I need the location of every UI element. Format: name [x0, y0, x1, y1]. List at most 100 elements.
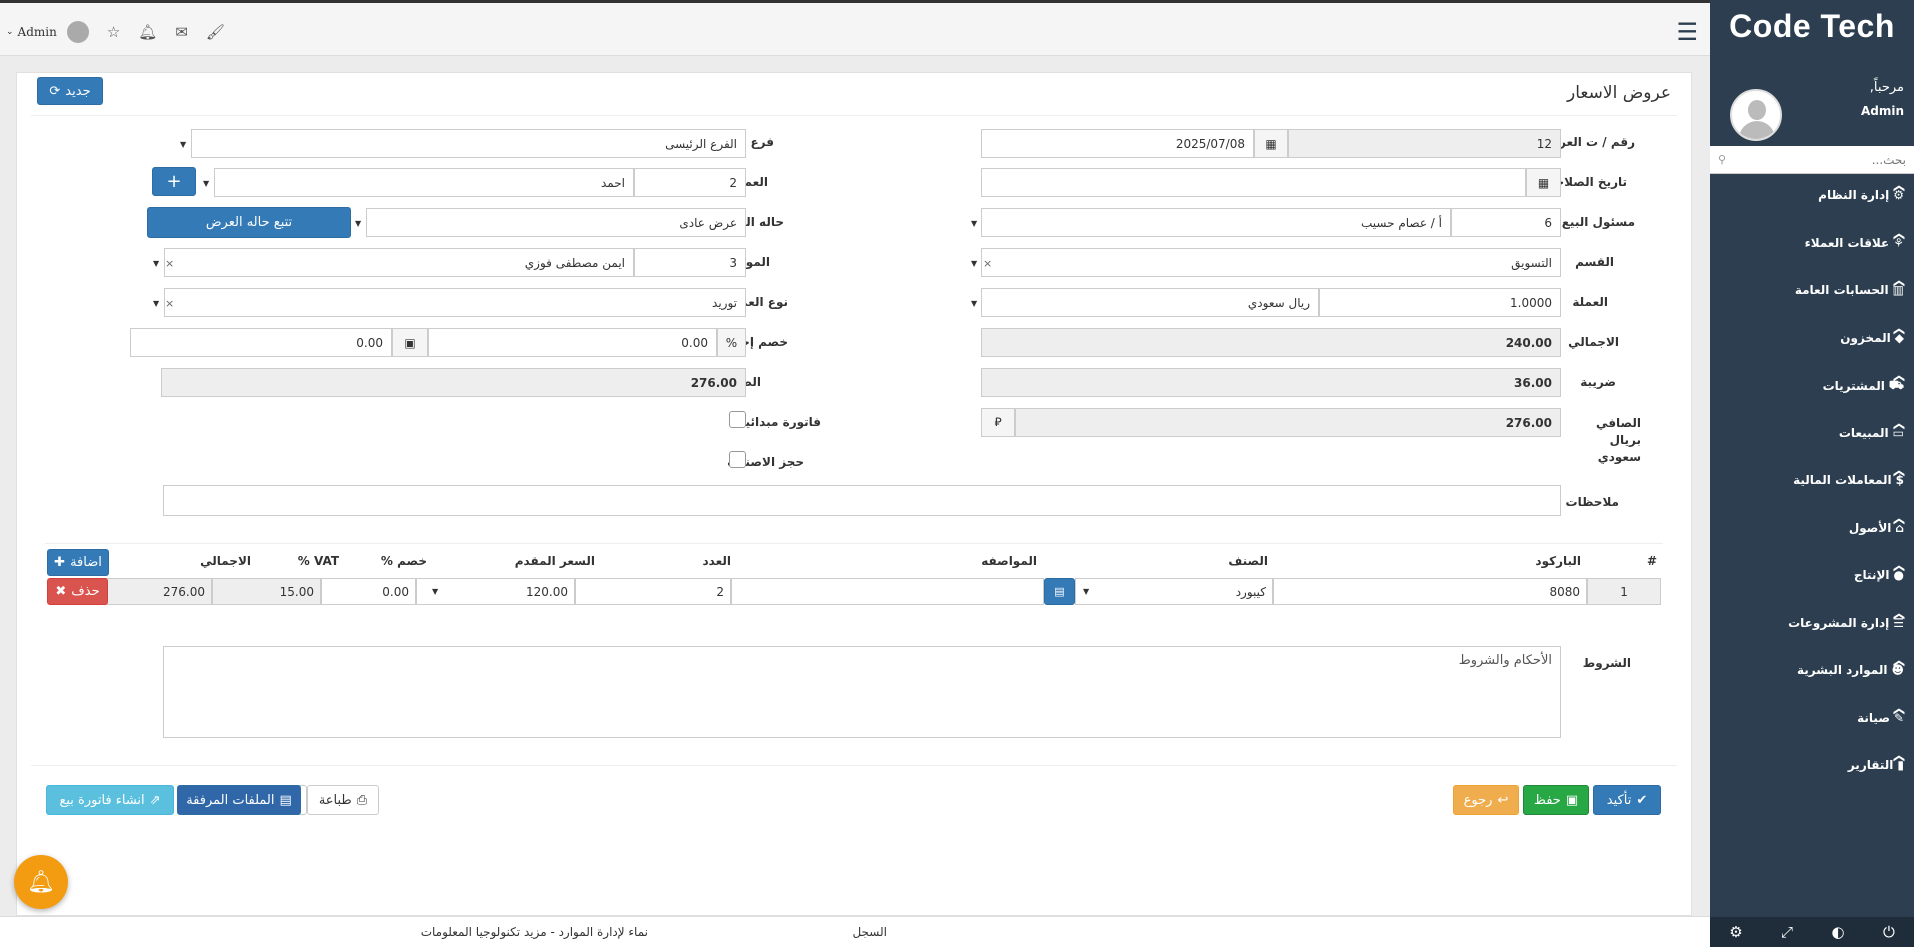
offer-date-field[interactable]: 2025/07/08 [981, 129, 1254, 158]
offer-number-field[interactable]: 12 [1288, 129, 1561, 158]
offer-status-select[interactable]: عرض عادى [366, 208, 746, 237]
clear-icon[interactable]: × [165, 257, 174, 270]
currency-select[interactable]: ريال سعودي [981, 288, 1319, 317]
branch-label: فرع [750, 135, 774, 149]
chevron-down-icon: ❯ [1892, 326, 1906, 336]
caret-down-icon: ▼ [180, 140, 187, 149]
barcode-field[interactable]: 8080 [1273, 578, 1587, 605]
bell-icon[interactable]: 🔔︎ [138, 23, 157, 41]
chevron-down-icon: ❯ [1892, 373, 1906, 384]
clear-icon[interactable]: × [165, 297, 174, 310]
price-select[interactable]: 120.00 [416, 578, 575, 605]
salesman-select[interactable]: أ / عصام حسيب [981, 208, 1451, 237]
sidebar-item-crm[interactable]: ⚘ علاقات العملاء ❯ [1710, 222, 1914, 270]
sidebar-item-hr[interactable]: ☻ الموارد البشرية ❯ [1710, 649, 1914, 697]
customer-select[interactable]: احمد [214, 168, 634, 197]
delete-row-button[interactable]: حذف ✖ [47, 578, 108, 605]
sidebar-item-inventory[interactable]: ◆ المخزون ❯ [1710, 317, 1914, 365]
close-icon: ✖ [55, 584, 67, 599]
attachments-button[interactable]: ▤ الملفات المرفقة [177, 785, 301, 815]
total-cell: 276.00 [103, 578, 212, 605]
sidebar-footer: ⏻ ◐ ⤢ ⚙ [1710, 917, 1914, 947]
validity-date-field[interactable] [981, 168, 1526, 197]
discount-cell[interactable]: 0.00 [321, 578, 416, 605]
caret-down-icon: ▼ [355, 219, 362, 228]
sidebar-item-assets[interactable]: ⌂ الأصول ❯ [1710, 507, 1914, 555]
topbar: ☰ ⌄ Admin ☆ 🔔︎ ✉ 🖌︎ [0, 0, 1710, 56]
sidebar-item-maintenance[interactable]: ✎ صيانة ❯ [1710, 697, 1914, 745]
caret-down-icon: ▼ [432, 587, 439, 596]
menu-toggle-icon[interactable]: ☰ [1676, 18, 1698, 46]
sidebar-item-projects[interactable]: ☰ إدارة المشروعات ❯ [1710, 602, 1914, 650]
chevron-down-icon: ❯ [1892, 563, 1906, 574]
net-field: 276.00 [161, 368, 746, 397]
discount-percent-field[interactable]: 0.00 [428, 328, 717, 357]
notification-bell-icon[interactable]: 🔔︎ [14, 855, 68, 909]
chevron-down-icon: ❯ [1892, 278, 1906, 289]
money-icon: ▣ [392, 328, 428, 357]
sidebar-item-sales[interactable]: ▭ المبيعات ❯ [1710, 412, 1914, 460]
caret-down-icon: ▼ [153, 299, 160, 308]
print-icon: ⎙ [356, 792, 368, 808]
create-invoice-button[interactable]: ⇗ انشاء فاتورة بيع [46, 785, 174, 815]
col-num: # [1646, 554, 1657, 568]
new-button[interactable]: جديد ⟳ [37, 77, 103, 105]
copyright-text: نماء لإدارة الموارد - مزيد تكنولوجيا الم… [420, 925, 648, 939]
supplier-code-field[interactable]: 3 [634, 248, 746, 277]
caret-down-icon: ▼ [971, 299, 978, 308]
fullscreen-icon[interactable]: ⤢ [1781, 923, 1793, 941]
confirm-button[interactable]: ✔ تأكيد [1593, 785, 1661, 815]
star-icon[interactable]: ☆ [107, 23, 120, 41]
salesman-code-field[interactable]: 6 [1451, 208, 1561, 237]
net-sar-field: 276.00 [1015, 408, 1561, 437]
col-spec: المواصفه [981, 554, 1037, 568]
eye-slash-icon[interactable]: ◐ [1831, 923, 1844, 941]
customer-code-field[interactable]: 2 [634, 168, 746, 197]
page-title: عروض الاسعار [1567, 83, 1671, 103]
envelope-icon[interactable]: ✉ [175, 23, 188, 41]
clear-icon[interactable]: × [983, 257, 992, 270]
operation-type-select[interactable]: توريد [164, 288, 746, 317]
back-button[interactable]: ↩ رجوع [1453, 785, 1519, 815]
calendar-icon[interactable]: ▦ [1254, 129, 1288, 158]
user-menu[interactable]: ⌄ Admin [6, 21, 89, 43]
terms-textarea[interactable]: الأحكام والشروط [163, 646, 1561, 738]
chevron-down-icon: ❯ [1892, 183, 1906, 194]
item-select[interactable]: كيبورد [1075, 578, 1273, 605]
sidebar-item-finance[interactable]: $ المعاملات المالية ❯ [1710, 459, 1914, 507]
department-select[interactable]: التسويق [981, 248, 1561, 277]
power-icon[interactable]: ⏻ [1883, 923, 1895, 941]
track-offer-status-button[interactable]: تتبع حاله العرض [147, 207, 351, 238]
settings-icon[interactable]: ⚙ [1729, 923, 1742, 941]
spec-field[interactable] [731, 578, 1044, 605]
percent-addon: % [717, 328, 746, 357]
file-icon: ▤ [279, 792, 292, 808]
sidebar-item-production[interactable]: ● الإنتاج ❯ [1710, 554, 1914, 602]
supplier-select[interactable]: ايمن مصطفى فوزي [164, 248, 634, 277]
calendar-icon[interactable]: ▦ [1526, 168, 1561, 197]
file-icon[interactable]: ▤ [1044, 578, 1075, 605]
log-link[interactable]: السجل [852, 925, 887, 939]
sidebar-item-reports[interactable]: ▮ التقارير ❯ [1710, 744, 1914, 792]
discount-amount-field[interactable]: 0.00 [130, 328, 392, 357]
save-button[interactable]: ▣ حفظ [1523, 785, 1589, 815]
sidebar-search-input[interactable] [1746, 152, 1906, 167]
initial-invoice-checkbox[interactable] [729, 411, 746, 428]
currency-label: العملة [1572, 295, 1608, 309]
search-icon: ⚲ [1718, 153, 1727, 166]
brush-icon[interactable]: 🖌︎ [206, 23, 225, 41]
qty-field[interactable]: 2 [575, 578, 731, 605]
sidebar-item-system[interactable]: ⚙ إدارة النظام ❯ [1710, 174, 1914, 222]
print-button[interactable]: ⎙ طباعة [307, 785, 379, 815]
add-row-button[interactable]: اضافة ✚ [47, 549, 109, 576]
reserve-items-checkbox[interactable] [729, 451, 746, 468]
branch-select[interactable]: الفرع الرئيسى [191, 129, 746, 158]
currency-rate-field[interactable]: 1.0000 [1319, 288, 1561, 317]
greeting: مرحباً, [1869, 80, 1904, 95]
chevron-down-icon: ❯ [1892, 706, 1906, 716]
sidebar-item-accounts[interactable]: ▥ الحسابات العامة ❯ [1710, 269, 1914, 317]
sidebar-item-purchases[interactable]: ⛟ المشتريات ❯ [1710, 364, 1914, 412]
notes-field[interactable] [163, 485, 1561, 516]
add-customer-button[interactable]: + [152, 167, 196, 196]
tax-label: ضريبة [1580, 375, 1616, 389]
